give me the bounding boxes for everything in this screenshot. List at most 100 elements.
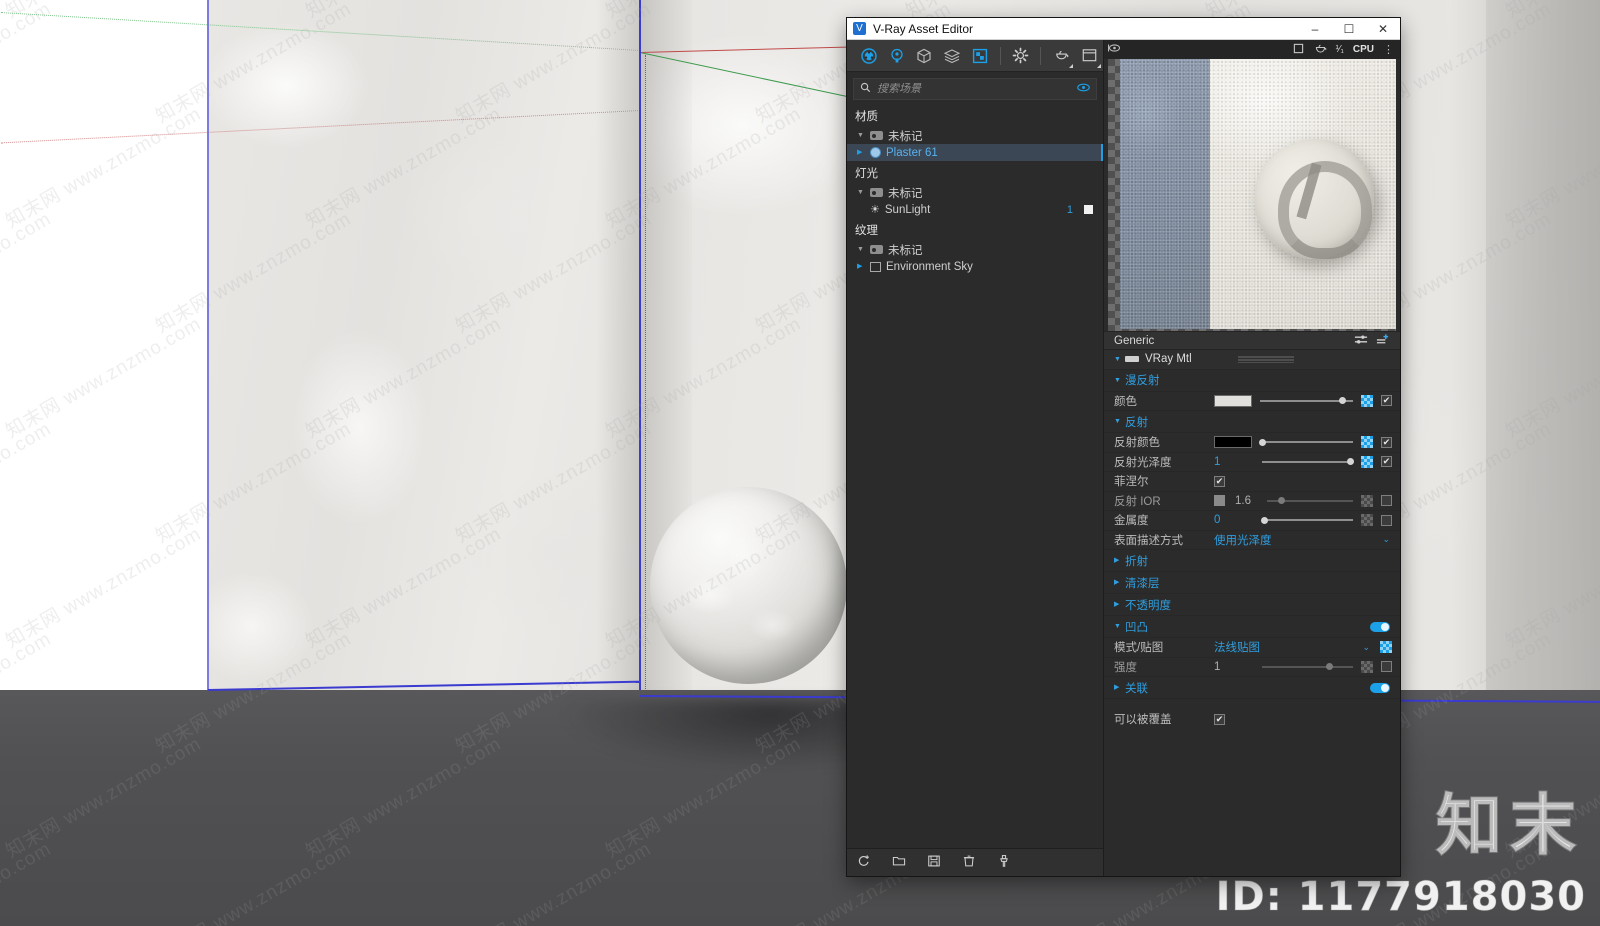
parameter-slider[interactable] [1260,514,1353,526]
slider-knob[interactable] [1338,397,1346,405]
slider-knob[interactable] [1326,663,1334,671]
parameter-slider[interactable] [1260,395,1353,407]
param-can-be-overridden[interactable]: 可以被覆盖 ✔ [1104,703,1400,729]
enable-checkbox[interactable] [1381,514,1392,526]
enable-checkbox[interactable] [1381,495,1392,507]
teapot-icon[interactable] [1311,43,1330,57]
slider-knob[interactable] [1277,497,1285,505]
param-bump-amount[interactable]: 强度 1 [1104,658,1400,677]
lights-tab[interactable] [883,41,911,71]
chevron-down-icon[interactable]: ▼ [857,246,865,253]
param-reflection-ior[interactable]: 反射 IOR 1.6 [1104,492,1400,511]
close-button[interactable]: ✕ [1366,18,1400,39]
materials-tab[interactable] [855,41,883,71]
section-refraction[interactable]: ▶ 折射 [1104,550,1400,572]
chevron-right-icon[interactable]: ▶ [857,263,865,270]
maximize-button[interactable]: ☐ [1332,18,1366,39]
parameter-presets-icon[interactable] [1350,334,1372,348]
chevron-right-icon[interactable]: ▶ [857,149,865,156]
chevron-right-icon[interactable]: ▶ [1114,684,1125,691]
minimize-button[interactable]: – [1298,18,1332,39]
chevron-down-icon[interactable]: ▼ [1114,623,1125,630]
window-titlebar[interactable]: V V-Ray Asset Editor – ☐ ✕ [847,18,1400,40]
texture-slot-button[interactable] [1361,494,1373,507]
texture-slot-button[interactable] [1361,436,1373,449]
parameter-value-link[interactable]: 使用光泽度 [1214,532,1382,548]
geometry-tab[interactable] [911,41,939,71]
parameter-value[interactable]: 1 [1214,661,1254,673]
open-file-button[interactable] [882,854,917,871]
add-asset-button[interactable] [847,854,882,871]
override-checkbox[interactable]: ✔ [1214,713,1225,725]
material-group-header[interactable]: Generic [1104,331,1400,350]
render-ratio-label[interactable]: ¹⁄₁ [1334,44,1346,55]
tree-row-environment-sky[interactable]: ▶ Environment Sky [847,258,1103,275]
texture-slot-button[interactable] [1361,455,1373,468]
section-coat[interactable]: ▶ 清漆层 [1104,572,1400,594]
texture-slot-button[interactable] [1361,394,1373,407]
parameter-checkbox[interactable]: ✔ [1214,475,1225,487]
search-bar[interactable] [853,78,1097,100]
enable-checkbox[interactable] [1381,661,1392,673]
section-reflection[interactable]: ▼ 反射 [1104,411,1400,433]
asset-tree[interactable]: 材质 ▼ 未标记 ▶ Plaster 61 灯光 ▼ 未标记 ☀ SunLight 1 纹理 ▼ 未标记 ▶… [847,102,1103,848]
parameter-value[interactable]: 1.6 [1235,495,1259,507]
param-surface-model[interactable]: 表面描述方式 使用光泽度 ⌄ [1104,531,1400,550]
chevron-down-icon[interactable]: ⌄ [1362,642,1370,653]
chevron-down-icon[interactable]: ▼ [857,132,865,139]
parameter-slider[interactable] [1258,436,1353,448]
parameter-slider[interactable] [1262,456,1355,468]
section-bump[interactable]: ▼ 凹凸 [1104,616,1400,638]
lock-icon[interactable] [1214,495,1225,507]
enable-checkbox[interactable]: ✔ [1381,456,1392,468]
parameter-slider[interactable] [1262,661,1353,673]
tree-row-untagged-textures[interactable]: ▼ 未标记 [847,241,1103,258]
region-render-icon[interactable] [1290,43,1307,57]
material-parameters[interactable]: ▼ VRay Mtl ▼ 漫反射 颜色 ✔ ▼ 反射 反射颜色 ✔ 反射光泽度 1 ✔ 菲涅尔 ✔ 反射 IO… [1104,350,1400,876]
properties-panel[interactable]: ¹⁄₁ CPU ⋮ Generic ▼ VRay Mtl ▼ 漫反射 颜色 ✔ … [1104,40,1400,876]
asset-type-toolbar[interactable] [847,40,1103,72]
section-enable-toggle[interactable] [1370,682,1390,693]
enable-checkbox[interactable]: ✔ [1381,395,1392,407]
material-render-preview[interactable] [1108,59,1396,331]
light-color-swatch[interactable] [1084,205,1093,214]
slider-knob[interactable] [1258,438,1266,446]
parameter-value-link[interactable]: 法线贴图 [1214,639,1362,655]
parameter-value[interactable]: 0 [1214,514,1254,526]
param-bump-mode-map[interactable]: 模式/贴图 法线贴图 ⌄ [1104,638,1400,658]
slider-knob[interactable] [1347,458,1355,466]
param-metalness[interactable]: 金属度 0 [1104,511,1400,531]
render-preview-toolbar[interactable]: ¹⁄₁ CPU ⋮ [1104,40,1400,59]
search-input[interactable] [877,83,1071,95]
enable-checkbox[interactable]: ✔ [1381,436,1392,448]
render-menu-icon[interactable]: ⋮ [1381,43,1396,56]
parameter-value[interactable]: 1 [1214,456,1254,468]
param-reflection-glossiness[interactable]: 反射光泽度 1 ✔ [1104,453,1400,472]
render-engine-label[interactable]: CPU [1350,44,1377,55]
textures-tab[interactable] [966,41,994,71]
param-fresnel[interactable]: 菲涅尔 ✔ [1104,472,1400,492]
window-controls[interactable]: – ☐ ✕ [1298,18,1400,39]
param-diffuse-color[interactable]: 颜色 ✔ [1104,392,1400,411]
preview-toggle-icon[interactable] [1108,43,1121,56]
settings-tab[interactable] [1007,41,1035,71]
texture-slot-button[interactable] [1361,660,1373,673]
asset-list-panel[interactable]: 材质▼未标记▶Plaster 61灯光▼未标记☀SunLight1纹理▼未标记▶… [847,40,1104,876]
section-binding[interactable]: ▶ 关联 [1104,677,1400,699]
slider-knob[interactable] [1260,516,1268,524]
render-elements-tab[interactable] [938,41,966,71]
asset-list-bottom-bar[interactable] [847,848,1103,876]
delete-asset-button[interactable] [951,854,986,871]
chevron-down-icon[interactable]: ▼ [1114,377,1125,384]
chevron-down-icon[interactable]: ▼ [1114,418,1125,425]
param-reflection-color[interactable]: 反射颜色 ✔ [1104,433,1400,453]
add-layer-icon[interactable] [1372,333,1394,348]
chevron-down-icon[interactable]: ▼ [1114,356,1125,363]
chevron-right-icon[interactable]: ▶ [1114,601,1125,608]
preview-sphere[interactable] [650,487,847,684]
color-swatch[interactable] [1214,436,1252,449]
vray-asset-editor-window[interactable]: V V-Ray Asset Editor – ☐ ✕ 搜索场景 材质 ▼ 未标记… [847,18,1400,876]
tree-row-sunlight[interactable]: ☀ SunLight 1 [847,201,1103,218]
tree-row-untagged-lights[interactable]: ▼ 未标记 [847,184,1103,201]
save-file-button[interactable] [917,854,952,871]
